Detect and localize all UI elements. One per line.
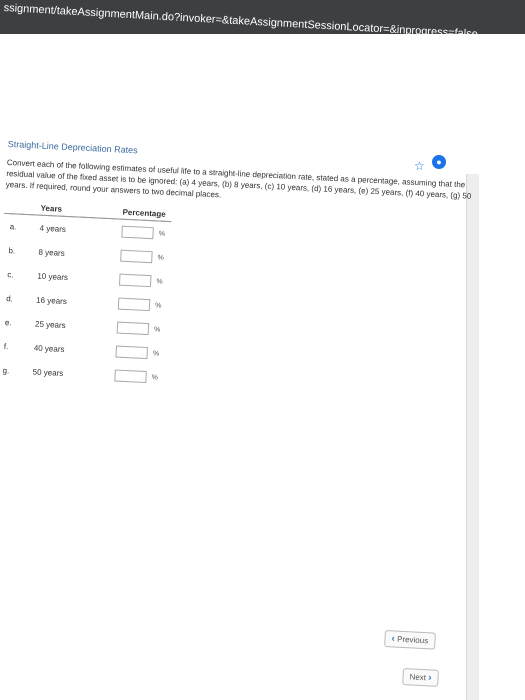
percentage-input-c[interactable] <box>118 273 152 288</box>
row-letter: c. <box>7 269 14 279</box>
letter-header <box>4 199 35 215</box>
depreciation-table: Years Percentage a. 4 years % b. 8 years… <box>0 199 173 390</box>
navigation-controls: ‹ Previous Next › <box>381 630 441 700</box>
assignment-content: ☆ ● Straight-Line Depreciation Rates Con… <box>0 34 525 700</box>
percent-label: % <box>153 326 161 334</box>
percentage-cell: % <box>112 291 169 318</box>
address-bar[interactable]: ssignment/takeAssignmentMain.do?invoker=… <box>0 0 525 34</box>
percentage-input-e[interactable] <box>116 321 150 336</box>
row-letter: g. <box>2 365 10 375</box>
percentage-cell: % <box>115 219 172 246</box>
chevron-left-icon: ‹ <box>391 633 396 645</box>
row-letter: e. <box>4 317 12 327</box>
percentage-cell: % <box>108 363 165 390</box>
percentage-input-g[interactable] <box>114 369 147 384</box>
row-letter: f. <box>3 341 9 351</box>
percent-label: % <box>157 254 164 262</box>
page: ssignment/takeAssignmentMain.do?invoker=… <box>0 0 525 700</box>
previous-label: Previous <box>396 634 429 646</box>
percentage-cell: % <box>113 267 170 294</box>
percent-label: % <box>152 350 160 358</box>
percentage-input-b[interactable] <box>120 249 153 264</box>
percent-label: % <box>151 374 159 382</box>
question-panel: Straight-Line Depreciation Rates Convert… <box>0 139 477 405</box>
percentage-input-a[interactable] <box>121 225 154 240</box>
percent-label: % <box>156 278 163 286</box>
percentage-cell: % <box>110 315 167 342</box>
row-letter: a. <box>9 221 17 232</box>
percentage-cell: % <box>114 243 171 270</box>
next-button[interactable]: Next › <box>402 667 440 687</box>
chevron-right-icon: › <box>427 672 432 684</box>
url-text[interactable]: ssignment/takeAssignmentMain.do?invoker=… <box>3 2 523 34</box>
percentage-cell: % <box>109 339 166 366</box>
percentage-input-f[interactable] <box>115 345 149 360</box>
percentage-input-d[interactable] <box>117 297 151 312</box>
row-years: 50 years <box>32 366 64 378</box>
next-label: Next <box>409 672 427 683</box>
percent-label: % <box>155 302 162 310</box>
row-letter: d. <box>6 293 14 303</box>
percent-label: % <box>158 230 166 238</box>
previous-button[interactable]: ‹ Previous <box>384 630 436 650</box>
row-letter: b. <box>8 245 16 255</box>
